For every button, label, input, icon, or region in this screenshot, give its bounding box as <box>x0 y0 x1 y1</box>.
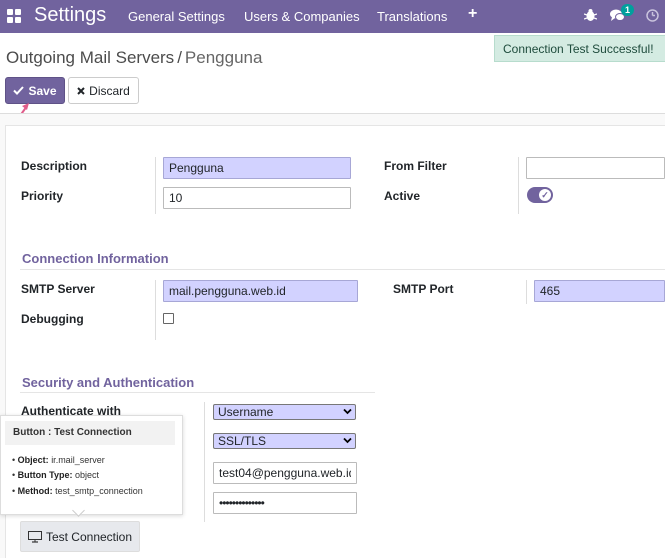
security-section-title: Security and Authentication <box>22 375 195 390</box>
menu-users-companies[interactable]: Users & Companies <box>244 9 360 24</box>
check-icon <box>13 86 25 95</box>
monitor-icon <box>27 530 42 543</box>
breadcrumb: Outgoing Mail Servers / Pengguna <box>6 48 262 68</box>
test-connection-button[interactable]: Test Connection <box>20 521 140 552</box>
auth-select[interactable]: Username <box>213 404 356 420</box>
from-filter-input[interactable] <box>526 157 665 179</box>
button-info-tooltip: Button : Test Connection • Object: ir.ma… <box>0 415 183 515</box>
discard-label: Discard <box>89 83 130 98</box>
success-notification[interactable]: Connection Test Successful! <box>494 35 665 62</box>
section-divider <box>20 269 665 270</box>
column-divider <box>155 280 156 340</box>
menu-general-settings[interactable]: General Settings <box>128 9 225 24</box>
from-filter-label: From Filter <box>384 159 447 173</box>
smtp-server-input[interactable] <box>163 280 358 302</box>
encryption-select[interactable]: SSL/TLS <box>213 433 356 449</box>
test-connection-label: Test Connection <box>45 529 133 544</box>
priority-label: Priority <box>21 189 64 203</box>
column-divider <box>155 157 156 214</box>
apps-menu-icon[interactable] <box>7 9 21 23</box>
smtp-server-label: SMTP Server <box>21 282 95 296</box>
check-icon: ✓ <box>539 189 551 201</box>
clock-icon[interactable] <box>646 9 659 22</box>
chat-badge: 1 <box>621 4 635 16</box>
chevron-down-icon <box>343 437 352 444</box>
active-toggle[interactable]: ✓ <box>527 187 553 203</box>
tooltip-object: • Object: ir.mail_server <box>12 455 105 465</box>
connection-section-title: Connection Information <box>22 251 169 266</box>
smtp-port-label: SMTP Port <box>393 282 454 296</box>
breadcrumb-current: Pengguna <box>184 48 263 67</box>
active-label: Active <box>384 189 421 203</box>
encryption-select-value: SSL/TLS <box>218 434 267 448</box>
top-navbar: Settings General Settings Users & Compan… <box>0 0 665 33</box>
description-input[interactable] <box>163 157 351 179</box>
save-label: Save <box>28 83 57 98</box>
breadcrumb-parent[interactable]: Outgoing Mail Servers <box>6 48 174 67</box>
plus-icon[interactable]: + <box>468 5 477 23</box>
tooltip-title: Button : Test Connection <box>5 421 175 445</box>
smtp-port-input[interactable] <box>534 280 665 302</box>
discard-button[interactable]: Discard <box>68 77 139 104</box>
debugging-checkbox[interactable] <box>163 313 174 324</box>
chevron-down-icon <box>343 408 352 415</box>
save-button[interactable]: Save <box>5 77 65 104</box>
breadcrumb-separator: / <box>177 48 182 67</box>
close-icon <box>77 86 85 95</box>
column-divider <box>204 402 205 522</box>
description-label: Description <box>21 159 88 173</box>
tooltip-button-type: • Button Type: object <box>12 470 100 480</box>
column-divider <box>526 280 527 304</box>
priority-input[interactable] <box>163 187 351 209</box>
app-title[interactable]: Settings <box>34 4 106 27</box>
password-input[interactable] <box>213 492 357 514</box>
menu-translations[interactable]: Translations <box>377 9 447 24</box>
section-divider <box>20 392 375 393</box>
tooltip-method: • Method: test_smtp_connection <box>12 486 143 496</box>
debugging-label: Debugging <box>21 312 84 326</box>
auth-select-value: Username <box>218 405 274 419</box>
username-input[interactable] <box>213 462 357 484</box>
column-divider <box>518 157 519 214</box>
bug-icon[interactable] <box>584 8 597 22</box>
